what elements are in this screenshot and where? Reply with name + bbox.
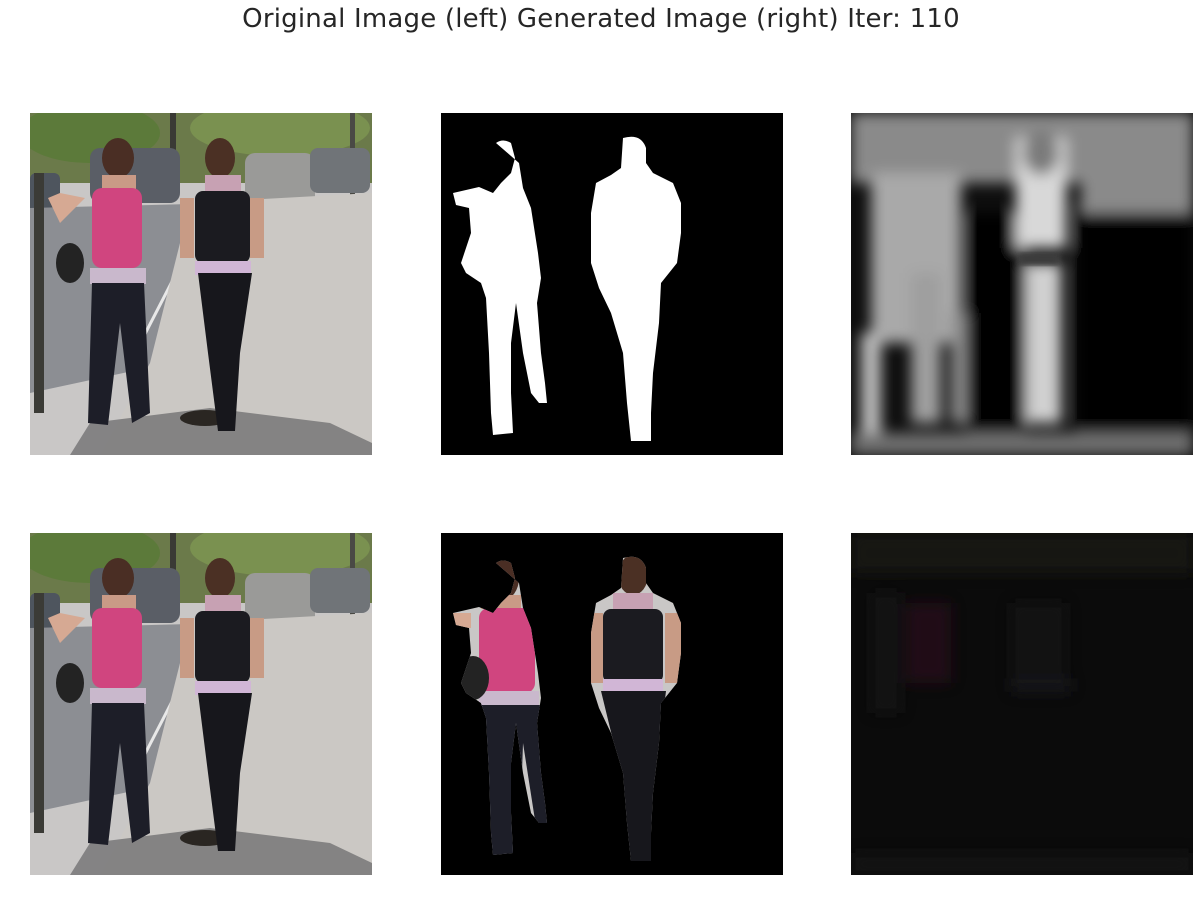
predicted-mask-panel [851, 113, 1193, 455]
ground-truth-mask-panel [441, 113, 783, 455]
masked-photo-panel [441, 533, 783, 875]
generated-image [851, 533, 1193, 875]
masked-photo [441, 533, 783, 875]
original-photo-2 [30, 533, 372, 875]
predicted-mask [851, 113, 1193, 455]
figure-title: Original Image (left) Generated Image (r… [242, 4, 960, 34]
original-photo-panel-2 [30, 533, 372, 875]
original-photo [30, 113, 372, 455]
generated-image-panel [851, 533, 1193, 875]
original-photo-panel [30, 113, 372, 455]
ground-truth-mask [441, 113, 783, 455]
